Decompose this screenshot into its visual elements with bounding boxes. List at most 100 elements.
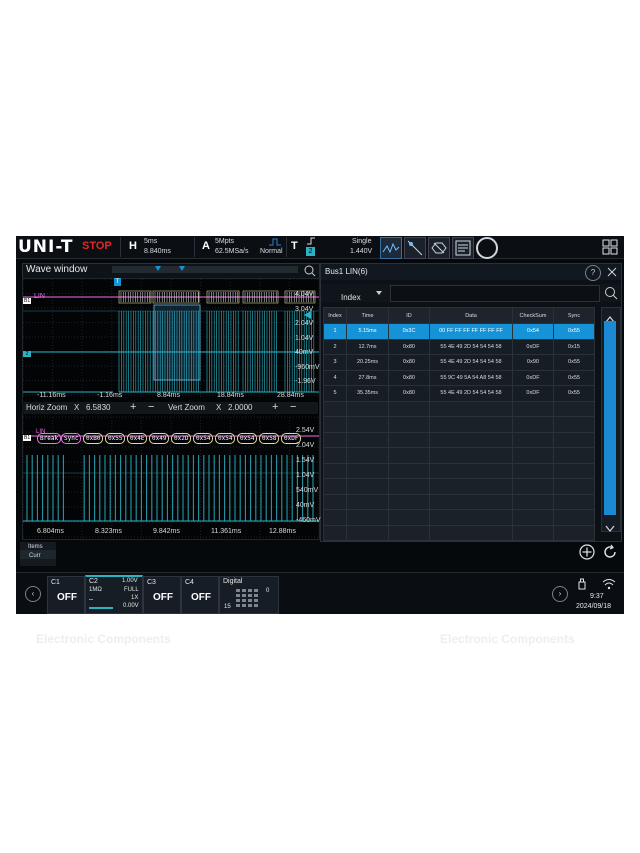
measure-button[interactable] — [380, 237, 402, 259]
wifi-icon — [602, 577, 616, 590]
digital-high: 15 — [224, 604, 231, 610]
table-cell-data: 55 4E 49 2D 54 54 54 58 — [429, 338, 513, 355]
table-cell-sync: 0x55 — [553, 323, 595, 340]
memory-depth[interactable]: 5Mpts — [215, 238, 234, 245]
zoom-overview-bar[interactable] — [112, 266, 298, 273]
chevron-down-icon — [376, 291, 382, 295]
trigger-mode[interactable]: Single — [352, 238, 371, 245]
column-header-index[interactable]: Index — [323, 307, 347, 324]
channel-c4[interactable]: C4 OFF — [181, 576, 219, 614]
scroll-up-icon[interactable] — [605, 310, 615, 323]
horiz-zoom-x: X — [74, 403, 80, 412]
bus-decode-table: Index Time ID Data CheckSum Sync 1 5.15ms 0x3C 0… — [323, 307, 595, 541]
horizontal-position[interactable]: 8.840ms — [144, 248, 171, 255]
help-button[interactable]: ? — [585, 265, 601, 281]
add-button[interactable] — [579, 544, 595, 560]
horiz-zoom-value[interactable]: 6.5830 — [86, 403, 110, 412]
trigger-level[interactable]: 1.440V — [350, 248, 372, 255]
panel-search-button[interactable] — [604, 286, 618, 300]
decode-button[interactable] — [428, 237, 450, 259]
decode-frame-6: 0x2D — [171, 433, 192, 444]
c2-level-bar — [89, 607, 113, 609]
overview-marker-1 — [155, 266, 161, 271]
sample-rate[interactable]: 62.5MSa/s — [215, 248, 248, 255]
table-row[interactable]: 4 27.8ms 0x80 55 9C 49 5A 54 A8 54 58 0xDF 0x… — [323, 369, 595, 386]
upper-volt-label-6: -1.96V — [295, 378, 316, 385]
table-cell-index: 5 — [323, 385, 347, 402]
c2-offset: 0.00V — [123, 603, 139, 609]
channel-c3[interactable]: C3 OFF — [143, 576, 181, 614]
table-row-empty — [323, 509, 595, 526]
channel-digital[interactable]: Digital 0 15 — [219, 576, 279, 614]
column-header-id[interactable]: ID — [388, 307, 430, 324]
channel-prev-button[interactable]: ‹ — [25, 586, 41, 602]
cursor-button[interactable] — [404, 237, 426, 259]
usb-icon — [578, 577, 586, 590]
lower-volt-label-5: 40mV — [296, 502, 315, 509]
channel-c1[interactable]: C1 OFF — [47, 576, 85, 614]
record-button[interactable] — [476, 237, 498, 259]
table-row[interactable]: 5 35.35ms 0x80 55 4E 49 2D 54 54 54 58 0xDF 0… — [323, 385, 595, 402]
table-cell-sync: 0x55 — [553, 385, 595, 402]
table-cell-data: 00 FF FF FF FF FF FF FF — [429, 323, 513, 340]
table-cell-checksum: 0x54 — [512, 323, 554, 340]
vert-zoom-plus-button[interactable]: + — [272, 401, 278, 413]
acquire-mode[interactable]: Normal — [260, 248, 283, 255]
horiz-zoom-plus-button[interactable]: + — [130, 401, 136, 413]
search-icon — [605, 287, 618, 300]
bus-badge-upper: B1 — [23, 298, 32, 304]
table-cell-time: 12.7ms — [346, 338, 389, 355]
column-header-data[interactable]: Data — [429, 307, 513, 324]
table-row-empty — [323, 462, 595, 479]
column-header-sync[interactable]: Sync — [553, 307, 595, 324]
refresh-button[interactable] — [602, 544, 618, 560]
vert-zoom-minus-button[interactable]: − — [290, 401, 296, 413]
column-header-time[interactable]: Time — [346, 307, 389, 324]
lower-time-label-3: 11.361ms — [211, 528, 242, 535]
channel-c2[interactable]: C2 1.00V 1MΩ FULL ⎓ 1X 0.00V — [85, 575, 143, 614]
decode-icon — [431, 242, 447, 254]
bus-badge-lower: B1 — [23, 435, 32, 441]
wave-search-button[interactable] — [304, 264, 316, 277]
table-row[interactable]: 1 5.15ms 0x3C 00 FF FF FF FF FF FF FF 0x54 0x… — [323, 323, 595, 340]
acquire-key[interactable]: A — [202, 240, 210, 252]
run-stop-status[interactable]: STOP — [82, 240, 112, 252]
table-cell-data: 55 9C 49 5A 54 A8 54 58 — [429, 369, 513, 386]
index-search-field[interactable] — [390, 285, 600, 302]
table-row[interactable]: 3 20.25ms 0x80 55 4E 49 2D 54 54 54 58 0x90 0… — [323, 354, 595, 371]
column-header-checksum[interactable]: CheckSum — [512, 307, 554, 324]
lower-time-label-2: 9.842ms — [153, 528, 180, 535]
close-button[interactable] — [605, 265, 619, 279]
c1-state: OFF — [57, 592, 77, 603]
horizontal-key[interactable]: H — [129, 240, 137, 252]
channel-next-button[interactable]: › — [552, 586, 568, 602]
window-layout-button[interactable] — [602, 239, 618, 255]
measure-icon — [382, 242, 400, 254]
upper-volt-label-5: -960mV — [295, 363, 320, 371]
c4-state: OFF — [191, 592, 211, 603]
display-button[interactable] — [452, 237, 474, 259]
index-dropdown[interactable]: Index — [341, 287, 389, 302]
horiz-zoom-minus-button[interactable]: − — [148, 401, 154, 413]
table-cell-id: 0x3C — [388, 323, 430, 340]
table-cell-time: 35.35ms — [346, 385, 389, 402]
brand-logo: UNI-T — [18, 237, 74, 257]
lower-volt-label-2: 1.54V — [296, 457, 315, 464]
lower-time-label-1: 8.323ms — [95, 528, 122, 535]
table-row[interactable]: 2 12.7ms 0x80 55 4E 49 2D 54 54 54 58 0xDF 0x… — [323, 338, 595, 355]
vert-zoom-value[interactable]: 2.0000 — [228, 403, 252, 412]
scroll-down-icon[interactable] — [605, 520, 615, 532]
timebase-value[interactable]: 5ms — [144, 238, 157, 245]
overview-marker-2 — [179, 266, 185, 271]
decode-frame-7: 0x54 — [193, 433, 214, 444]
clock-date: 2024/09/18 — [576, 603, 612, 610]
table-cell-id: 0x80 — [388, 385, 430, 402]
upper-volt-label-0: 4.04V — [295, 291, 314, 298]
trigger-time-marker[interactable]: T — [114, 278, 121, 286]
add-icon — [579, 544, 595, 560]
table-cell-index: 1 — [323, 323, 347, 340]
trigger-key[interactable]: T — [291, 240, 298, 252]
items-curr-button[interactable]: Items Curr — [20, 542, 56, 566]
curr-label: Curr — [20, 550, 56, 559]
scrollbar-thumb[interactable] — [604, 321, 616, 515]
